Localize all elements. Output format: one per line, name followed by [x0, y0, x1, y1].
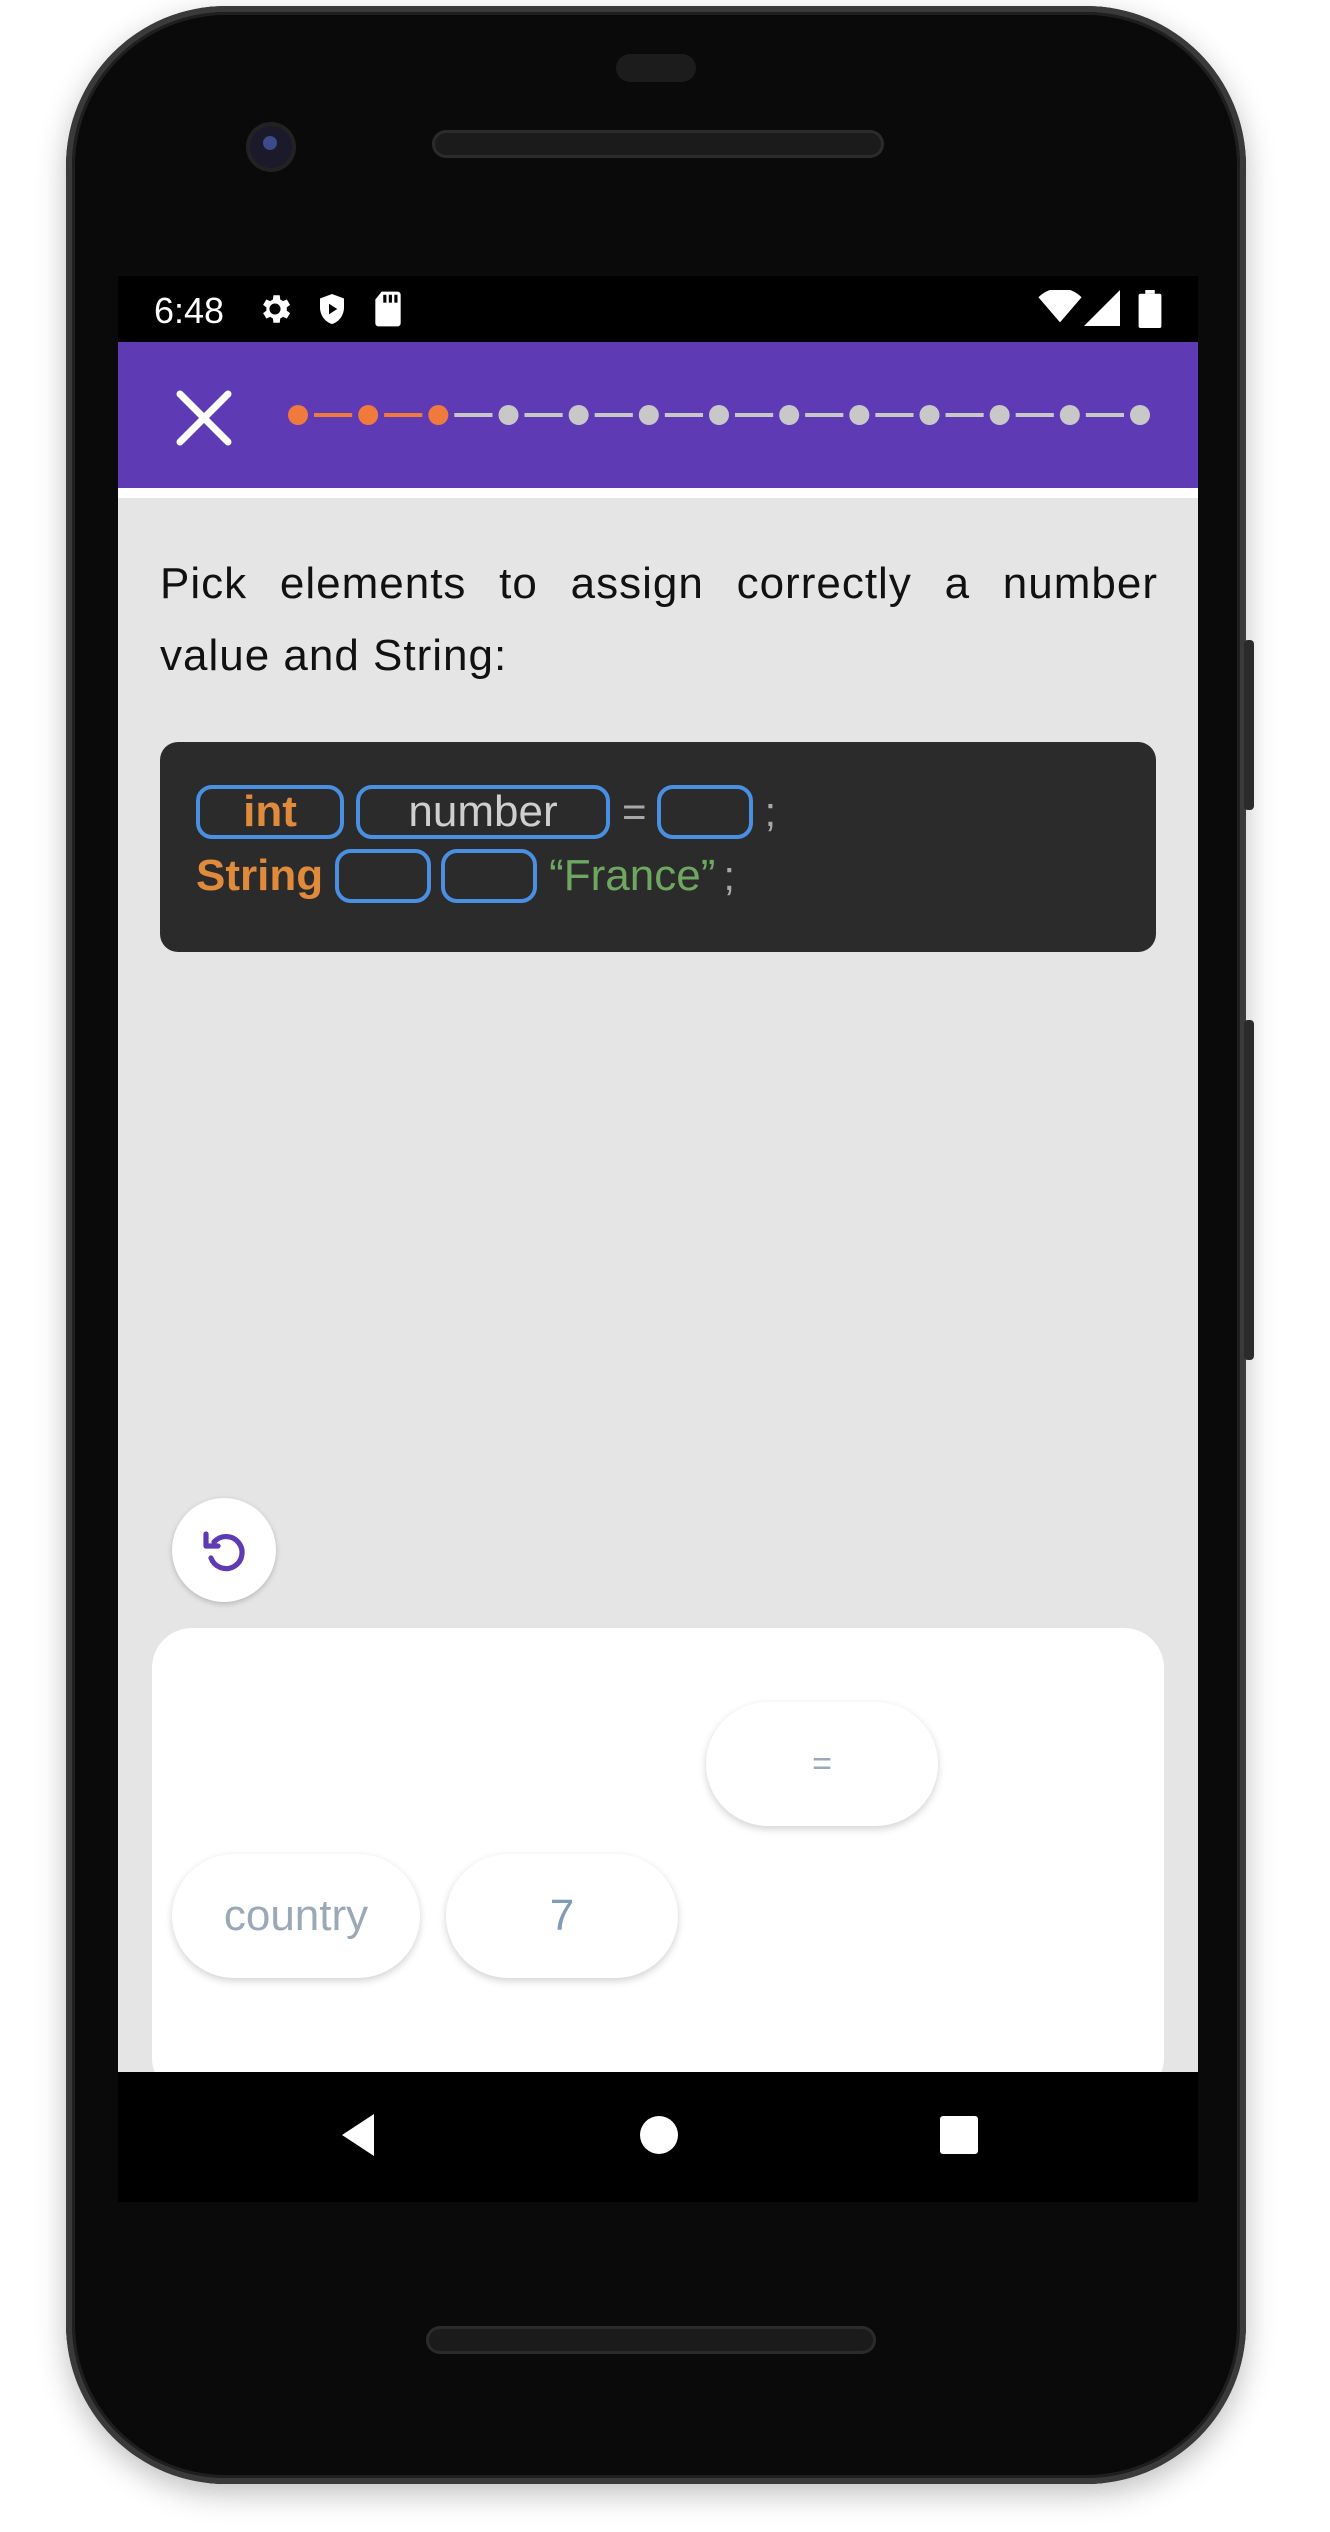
code-slot-string-variable[interactable]	[335, 849, 432, 903]
recents-icon[interactable]	[934, 2110, 984, 2160]
earpiece-speaker	[432, 130, 884, 158]
progress-dot-pending	[1130, 405, 1150, 425]
progress-dot-pending	[638, 405, 659, 425]
code-slot-string-operator[interactable]	[441, 849, 538, 903]
code-line-2: String “France” ;	[196, 846, 745, 906]
progress-dot-pending	[919, 405, 940, 425]
string-literal: “France”	[549, 851, 716, 900]
code-slot-type[interactable]: int	[196, 785, 344, 839]
choice-label: 7	[549, 1891, 575, 1940]
status-time: 6:48	[154, 290, 225, 331]
proximity-sensor	[616, 54, 696, 82]
front-camera	[246, 122, 296, 172]
choice-label: country	[223, 1891, 369, 1940]
status-bar: 6:48	[118, 276, 1198, 342]
progress-dot-pending	[1059, 405, 1080, 425]
question-text: Pick elements to assign correctly a numb…	[160, 559, 1158, 680]
progress-dot-pending	[498, 405, 519, 425]
home-icon[interactable]	[634, 2110, 684, 2160]
wifi-icon	[1038, 290, 1082, 323]
code-slot-variable[interactable]: number	[356, 785, 610, 839]
code-slot-value[interactable]	[656, 785, 753, 839]
progress-dot-completed	[288, 405, 308, 425]
progress-dot-pending	[989, 405, 1010, 425]
line-terminator: ;	[764, 788, 777, 835]
progress-dot-pending	[568, 405, 589, 425]
progress-dot-completed	[358, 405, 379, 425]
line-terminator: ;	[723, 852, 736, 899]
code-line-1: int number = ;	[196, 782, 786, 842]
battery-icon	[1138, 290, 1162, 328]
choice-chip-equals[interactable]: =	[706, 1702, 938, 1826]
variable-name: number	[408, 787, 558, 836]
progress-dot-pending	[709, 405, 729, 425]
undo-button[interactable]	[172, 1498, 276, 1602]
back-icon[interactable]	[334, 2110, 384, 2160]
signal-icon	[1084, 290, 1120, 326]
type-keyword-string: String	[196, 851, 324, 900]
progress-dot-completed	[428, 405, 449, 425]
choice-chip-country[interactable]: country	[172, 1854, 420, 1978]
navigation-bar	[118, 2072, 1198, 2202]
progress-dot-pending	[849, 405, 870, 425]
choice-label: =	[812, 1744, 832, 1783]
sd-card-icon	[375, 291, 401, 327]
undo-icon	[203, 1531, 245, 1572]
choice-chip-seven[interactable]: 7	[446, 1854, 678, 1978]
code-block: int number = ; String “France” ;	[160, 742, 1156, 952]
power-button	[1244, 640, 1254, 810]
app-bar	[118, 342, 1198, 488]
equals-operator: =	[622, 788, 647, 835]
settings-icon	[263, 295, 291, 323]
type-keyword-int: int	[243, 787, 297, 836]
answer-tray: = country 7	[152, 1628, 1164, 2072]
volume-button	[1244, 1020, 1254, 1360]
screen: 6:48 Pick elements to assign correctly a…	[118, 276, 1198, 2072]
close-icon[interactable]	[172, 386, 236, 450]
progress-dot-pending	[779, 405, 800, 425]
lesson-progress	[288, 405, 1150, 425]
play-protect-icon	[320, 294, 344, 324]
exercise-content: Pick elements to assign correctly a numb…	[118, 488, 1198, 2072]
bottom-speaker	[426, 2326, 876, 2354]
